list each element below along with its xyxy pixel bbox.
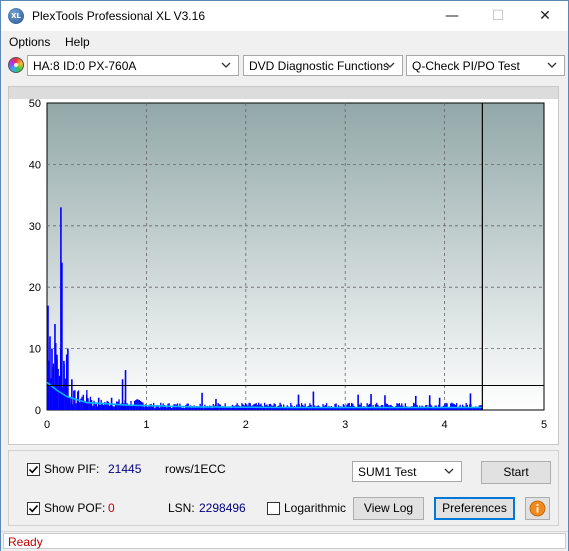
drive-select-value: HA:8 ID:0 PX-760A bbox=[33, 59, 137, 73]
plextools-icon: XL bbox=[8, 8, 24, 24]
function-select[interactable]: DVD Diagnostic Functions bbox=[243, 55, 403, 76]
logarithmic-label[interactable]: Logarithmic bbox=[284, 501, 346, 515]
checkmark-icon bbox=[28, 504, 39, 513]
status-bar: Ready bbox=[1, 531, 568, 551]
show-pif-label[interactable]: Show PIF: bbox=[44, 462, 99, 476]
pof-total-value: 0 bbox=[108, 501, 115, 515]
chevron-down-icon bbox=[385, 62, 395, 68]
logarithmic-checkbox[interactable] bbox=[267, 502, 280, 515]
show-pof-label[interactable]: Show POF: bbox=[44, 501, 105, 515]
app-window: XL PlexTools Professional XL V3.16 — ☐ ✕… bbox=[0, 0, 569, 551]
show-pif-checkbox[interactable] bbox=[27, 463, 40, 476]
chevron-down-icon bbox=[444, 468, 454, 474]
chevron-down-icon bbox=[547, 62, 557, 68]
function-select-value: DVD Diagnostic Functions bbox=[249, 59, 390, 73]
view-log-button-label: View Log bbox=[363, 501, 414, 515]
y-tick-label: 30 bbox=[29, 221, 41, 233]
info-button[interactable] bbox=[525, 497, 550, 520]
status-text: Ready bbox=[8, 535, 43, 549]
preferences-button-label: Preferences bbox=[442, 501, 507, 515]
x-tick-label: 0 bbox=[44, 419, 50, 431]
y-tick-label: 20 bbox=[29, 282, 41, 294]
chart-panel: 0 10 20 30 40 50 0 1 2 3 4 5 bbox=[8, 86, 559, 445]
show-pof-checkbox[interactable] bbox=[27, 502, 40, 515]
test-select-value: Q-Check PI/PO Test bbox=[412, 59, 520, 73]
info-icon bbox=[529, 500, 546, 517]
x-tick-label: 3 bbox=[342, 419, 348, 431]
lsn-label: LSN: bbox=[168, 501, 195, 515]
sum-test-select[interactable]: SUM1 Test bbox=[352, 461, 462, 482]
window-title: PlexTools Professional XL V3.16 bbox=[32, 9, 205, 23]
x-tick-label: 1 bbox=[143, 419, 149, 431]
preferences-button[interactable]: Preferences bbox=[434, 497, 515, 520]
drive-select[interactable]: HA:8 ID:0 PX-760A bbox=[27, 55, 239, 76]
chart-top-band bbox=[9, 87, 558, 99]
y-tick-label: 40 bbox=[29, 159, 41, 171]
menu-bar: Options Help bbox=[1, 32, 568, 52]
start-button[interactable]: Start bbox=[481, 461, 551, 484]
test-select[interactable]: Q-Check PI/PO Test bbox=[406, 55, 565, 76]
chevron-down-icon bbox=[221, 62, 231, 68]
menu-help[interactable]: Help bbox=[65, 35, 90, 49]
title-bar[interactable]: XL PlexTools Professional XL V3.16 — ☐ ✕ bbox=[1, 1, 568, 31]
disc-drive-icon bbox=[8, 57, 24, 73]
minimize-button[interactable]: — bbox=[429, 1, 475, 31]
status-field: Ready bbox=[3, 533, 566, 549]
pif-chart: 0 10 20 30 40 50 0 1 2 3 4 5 bbox=[9, 87, 558, 444]
sum-test-value: SUM1 Test bbox=[358, 465, 417, 479]
pif-total-value: 21445 bbox=[108, 462, 142, 476]
view-log-button[interactable]: View Log bbox=[353, 497, 424, 520]
start-button-label: Start bbox=[503, 465, 529, 479]
maximize-button[interactable]: ☐ bbox=[475, 1, 521, 31]
checkmark-icon bbox=[28, 465, 39, 474]
plot-area bbox=[46, 102, 545, 411]
close-button[interactable]: ✕ bbox=[522, 1, 568, 31]
lsn-value: 2298496 bbox=[199, 501, 246, 515]
y-tick-label: 0 bbox=[35, 405, 41, 417]
control-panel: Show PIF: 21445 rows/1ECC SUM1 Test Star… bbox=[8, 450, 559, 526]
y-tick-label: 50 bbox=[29, 98, 41, 110]
x-tick-label: 4 bbox=[442, 419, 448, 431]
x-tick-label: 5 bbox=[541, 419, 547, 431]
y-tick-label: 10 bbox=[29, 344, 41, 356]
rows-unit-label: rows/1ECC bbox=[165, 462, 226, 476]
x-tick-label: 2 bbox=[243, 419, 249, 431]
menu-options[interactable]: Options bbox=[9, 35, 50, 49]
